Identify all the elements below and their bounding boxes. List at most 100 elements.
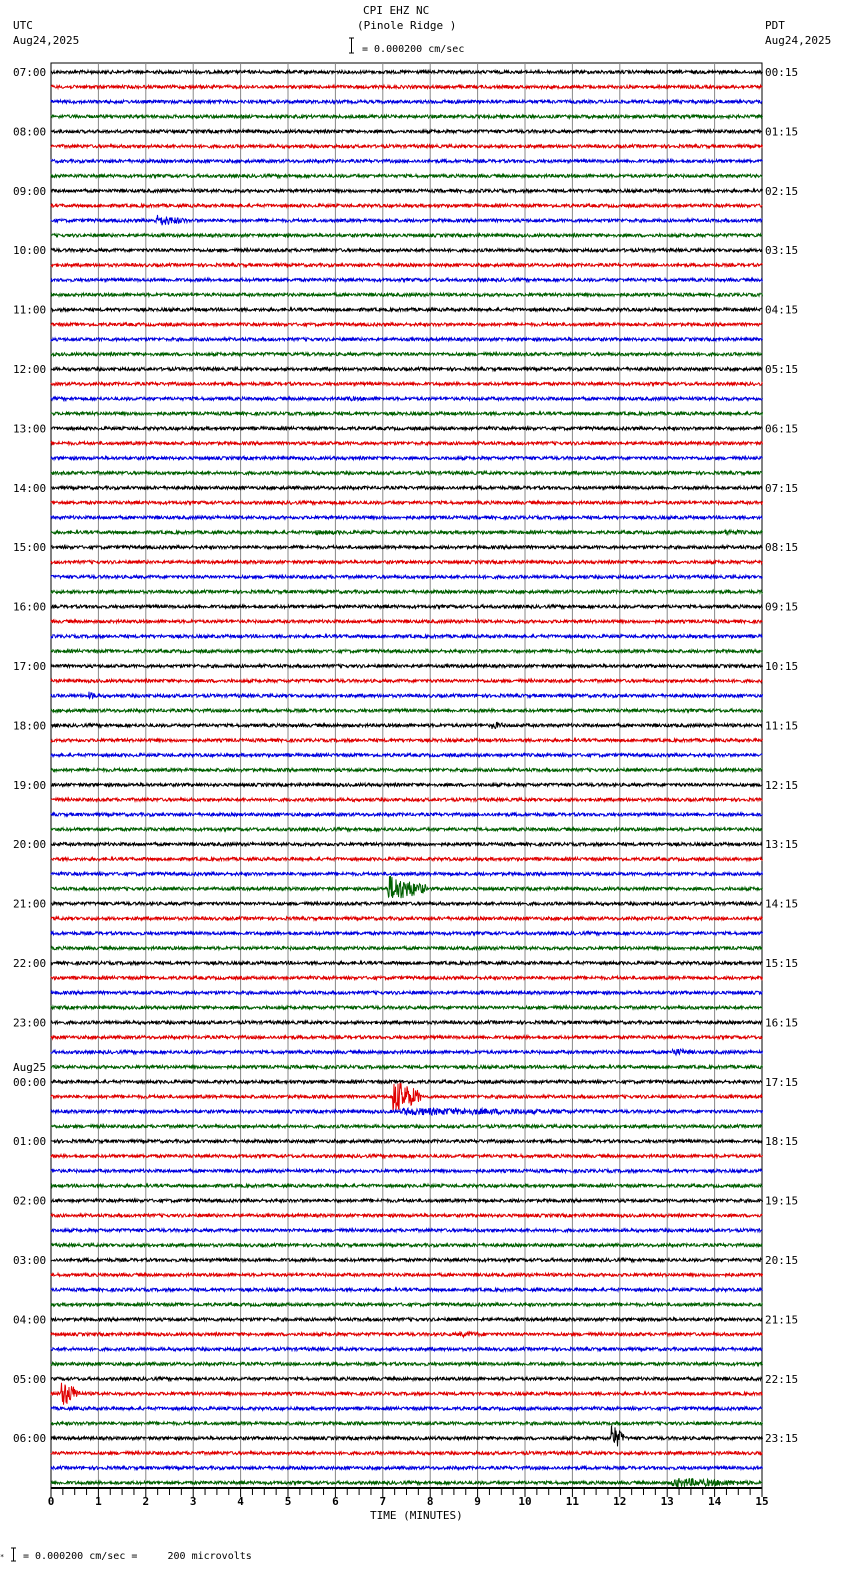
trace-line [50, 1226, 763, 1234]
trace-line [50, 202, 763, 210]
trace-line [50, 1106, 763, 1116]
trace-line [50, 1197, 763, 1205]
utc-date: Aug24,2025 [13, 34, 79, 47]
x-tick-label: 13 [661, 1495, 674, 1508]
pdt-hour-label: 15:15 [765, 957, 798, 970]
trace-line [50, 335, 763, 343]
pdt-date: Aug24,2025 [765, 34, 831, 47]
utc-hour-label: 05:00 [13, 1373, 46, 1386]
trace-line [50, 558, 763, 566]
x-tick-label: 1 [95, 1495, 102, 1508]
station-name: (Pinole Ridge ) [357, 19, 456, 32]
trace-line [50, 929, 763, 937]
footer-scale-bar-icon [11, 1547, 16, 1562]
trace-line [50, 1382, 763, 1405]
pdt-hour-label: 01:15 [765, 125, 798, 138]
scale-text: = 0.000200 cm/sec [362, 44, 464, 55]
x-tick-label: 8 [427, 1495, 434, 1508]
pdt-hour-label: 10:15 [765, 660, 798, 673]
x-axis-label: TIME (MINUTES) [370, 1509, 463, 1522]
trace-line [50, 187, 763, 195]
trace-line [50, 1286, 763, 1294]
x-tick-label: 12 [613, 1495, 626, 1508]
pdt-hour-label: 20:15 [765, 1254, 798, 1267]
helicorder-page: CPI EHZ NC (Pinole Ridge ) UTC Aug24,202… [0, 0, 850, 1584]
trace-line [50, 469, 763, 477]
trace-line [50, 1033, 763, 1041]
utc-hour-label: 01:00 [13, 1135, 46, 1148]
trace-line [50, 647, 763, 655]
station-title: CPI EHZ NC [363, 4, 429, 17]
trace-line [50, 306, 763, 314]
x-tick-label: 15 [755, 1495, 768, 1508]
utc-hour-label: 11:00 [13, 304, 46, 317]
pdt-hour-label: 08:15 [765, 541, 798, 554]
utc-hour-label: 20:00 [13, 838, 46, 851]
pdt-hour-label: 18:15 [765, 1135, 798, 1148]
pdt-hour-label: 09:15 [765, 601, 798, 614]
trace-line [50, 1375, 763, 1383]
trace-line [50, 246, 763, 254]
utc-hour-label: 18:00 [13, 719, 46, 732]
pdt-hour-label: 16:15 [765, 1016, 798, 1029]
trace-line [50, 291, 763, 299]
trace-line [50, 68, 763, 76]
trace-line [50, 721, 763, 730]
footer-scale-text: = 0.000200 cm/sec = 200 microvolts [23, 1551, 252, 1562]
x-tick-label: 14 [708, 1495, 722, 1508]
trace-line [50, 736, 763, 744]
utc-hour-label: 15:00 [13, 541, 46, 554]
utc-hour-label: 12:00 [13, 363, 46, 376]
trace-line [50, 1315, 763, 1323]
pdt-hour-label: 05:15 [765, 363, 798, 376]
x-tick-label: 4 [237, 1495, 244, 1508]
trace-line [50, 618, 763, 625]
trace-line [50, 840, 763, 848]
trace-line [50, 514, 763, 522]
trace-line [50, 677, 763, 685]
pdt-hour-label: 17:15 [765, 1076, 798, 1089]
trace-line [50, 454, 763, 462]
trace-line [50, 1182, 763, 1190]
utc-hour-label: 02:00 [13, 1195, 46, 1208]
trace-line [50, 855, 763, 863]
x-tick-label: 3 [190, 1495, 197, 1508]
trace-line [50, 439, 763, 447]
pdt-hour-label: 12:15 [765, 779, 798, 792]
pdt-hour-label: 00:15 [765, 66, 798, 79]
footer-mark: * [0, 1553, 4, 1561]
trace-line [50, 1405, 763, 1413]
trace-line [50, 1212, 763, 1219]
pdt-hour-label: 14:15 [765, 898, 798, 911]
trace-line [50, 914, 763, 922]
trace-line [50, 1464, 763, 1472]
trace-line [50, 1241, 763, 1249]
x-tick-label: 0 [48, 1495, 55, 1508]
utc-hour-label: 09:00 [13, 185, 46, 198]
x-tick-label: 11 [566, 1495, 580, 1508]
trace-line [50, 157, 763, 165]
trace-line [50, 691, 763, 700]
trace-line [50, 1425, 763, 1447]
trace-line [50, 484, 763, 492]
utc-hour-label: 03:00 [13, 1254, 46, 1267]
pdt-label: PDT [765, 19, 785, 32]
trace-line [50, 944, 763, 952]
trace-line [50, 900, 763, 908]
date-change-label: Aug25 [13, 1061, 46, 1074]
trace-line [50, 365, 763, 373]
trace-line [50, 172, 763, 180]
trace-line [50, 1167, 763, 1175]
pdt-hour-label: 23:15 [765, 1432, 798, 1445]
trace-line [50, 1004, 763, 1011]
trace-line [50, 395, 763, 403]
utc-hour-label: 04:00 [13, 1313, 46, 1326]
trace-line [50, 1063, 763, 1071]
trace-line [50, 543, 763, 551]
utc-hour-label: 08:00 [13, 125, 46, 138]
pdt-hour-label: 06:15 [765, 422, 798, 435]
trace-line [50, 1152, 763, 1160]
x-tick-label: 6 [332, 1495, 339, 1508]
trace-line [50, 796, 763, 804]
trace-line [50, 320, 763, 328]
